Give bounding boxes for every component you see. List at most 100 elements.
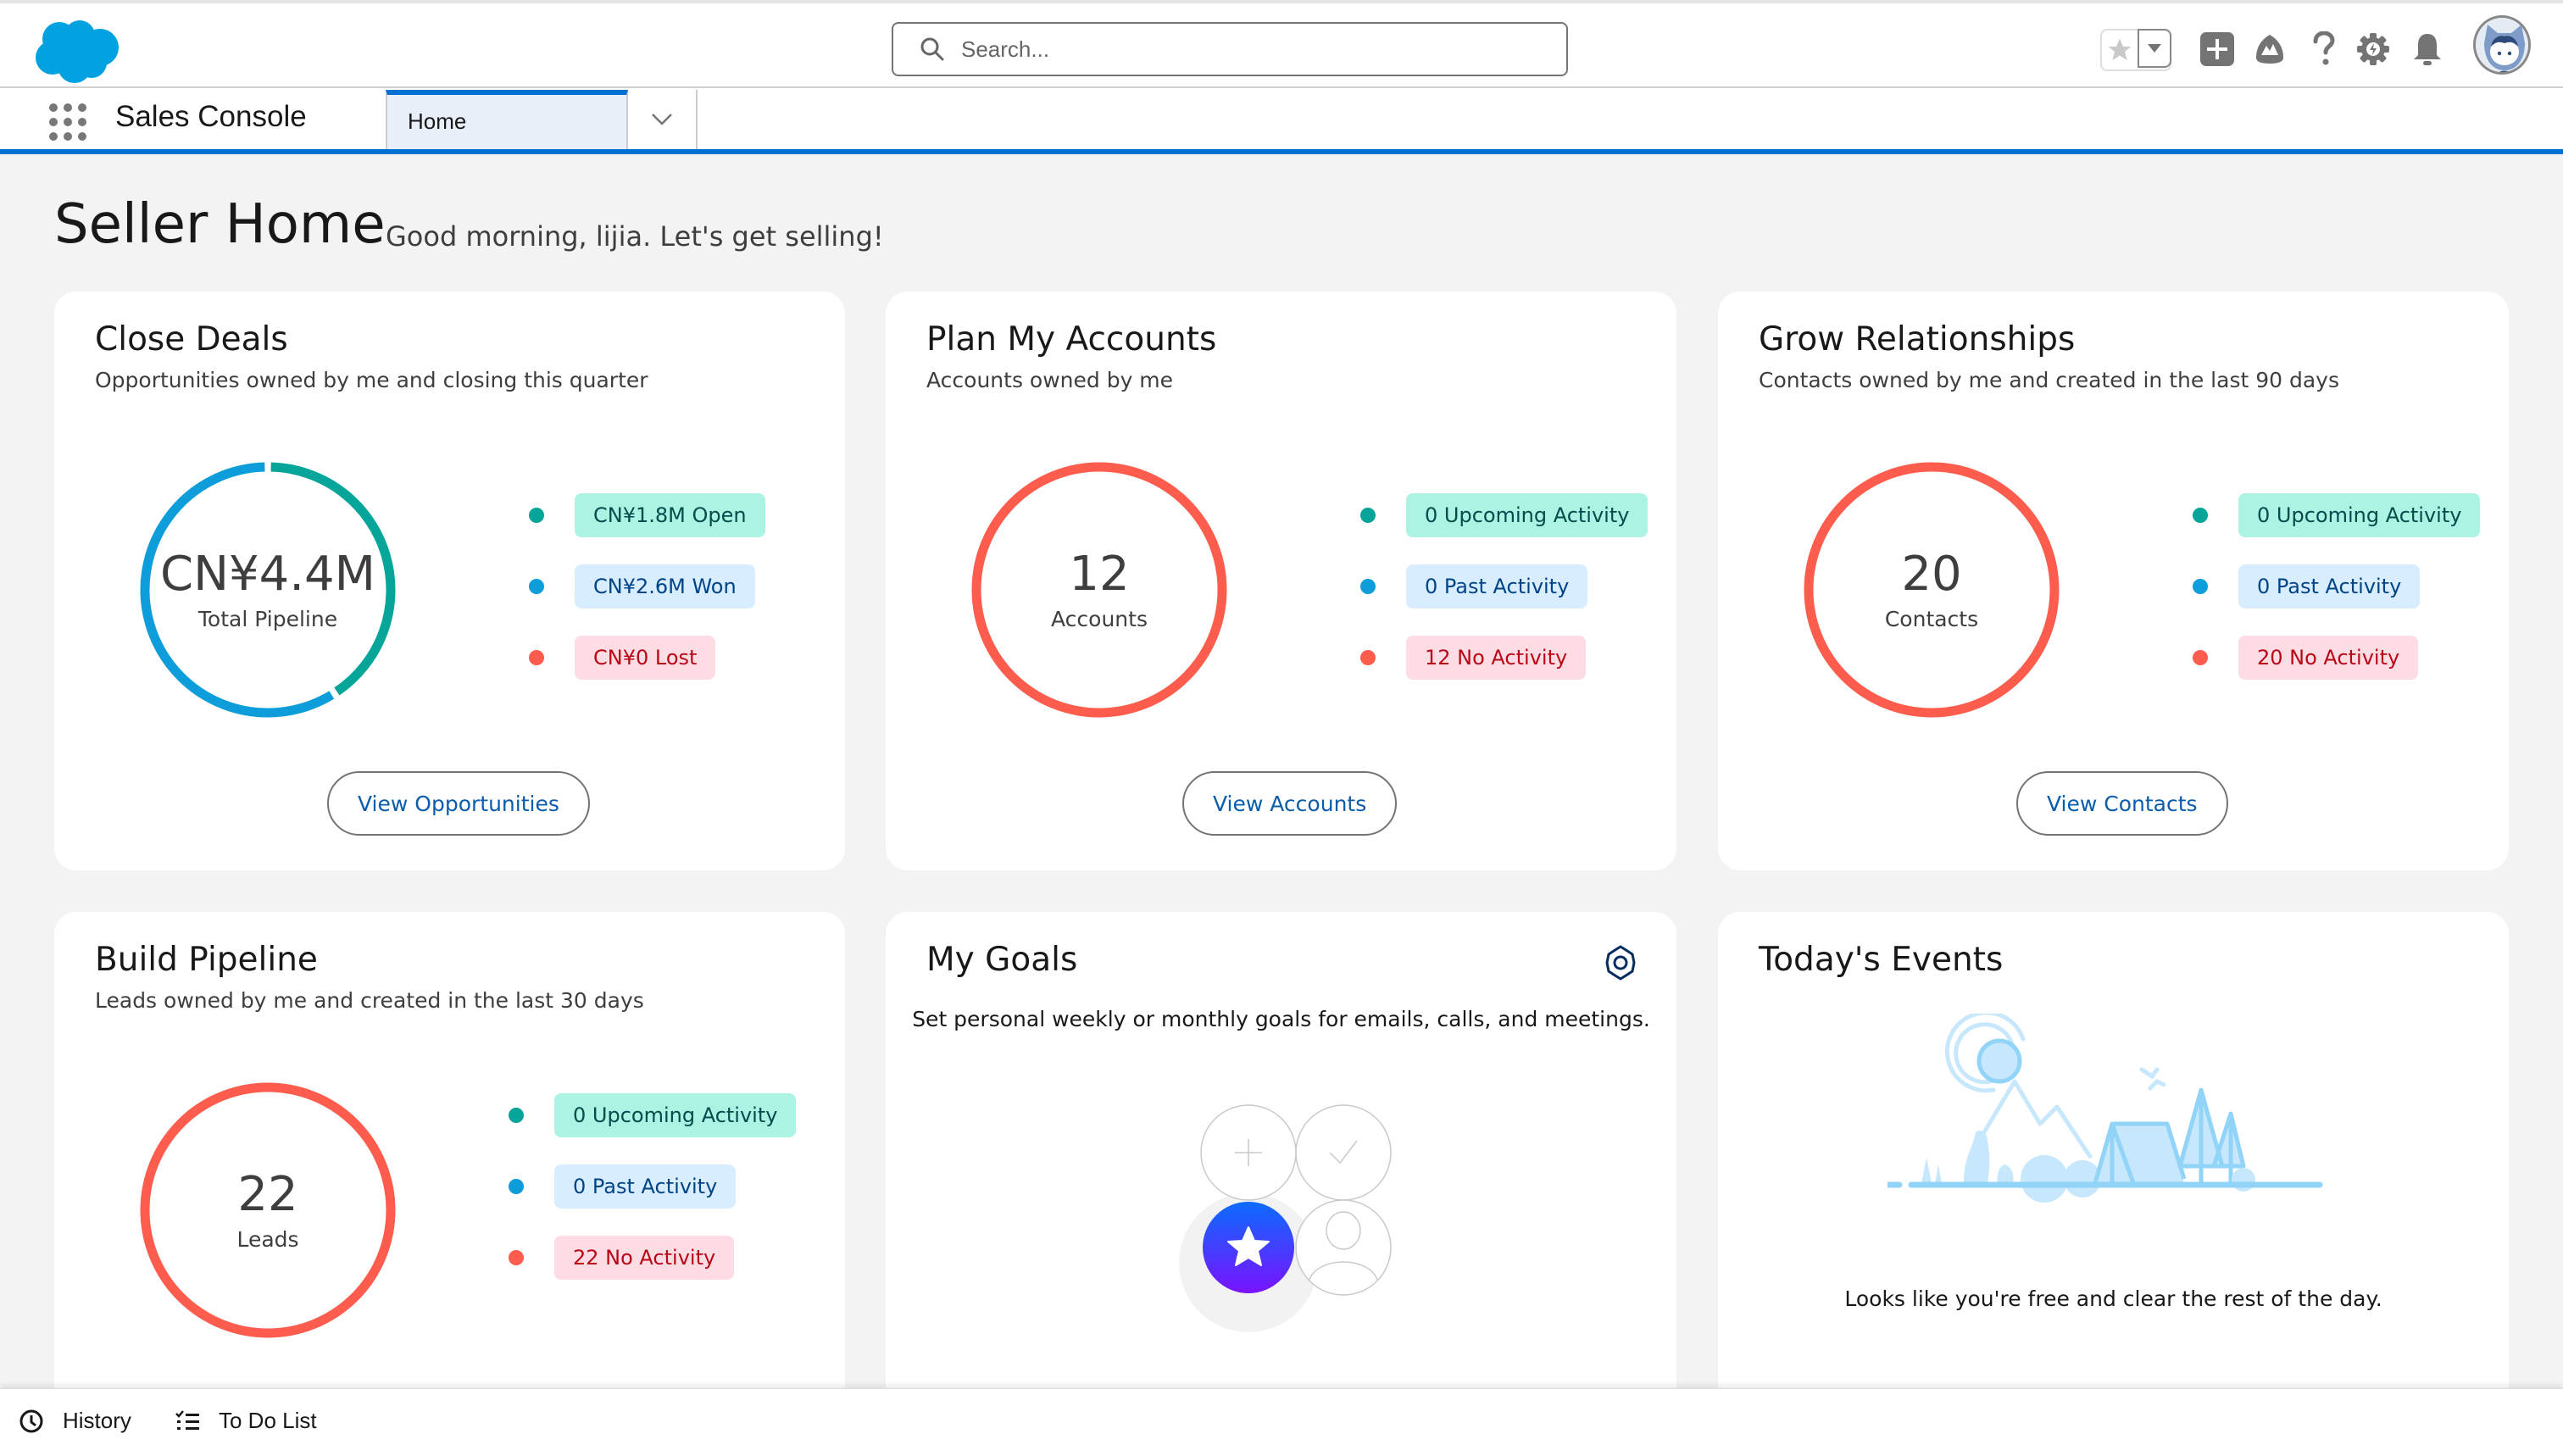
legend-badge-no-activity[interactable]: 12 No Activity: [1406, 636, 1587, 680]
card-subtitle: Accounts owned by me: [926, 368, 1174, 392]
accounts-legend: 0 Upcoming Activity 0 Past Activity 12 N…: [1360, 492, 1648, 705]
legend-item-past: 0 Past Activity: [1360, 563, 1648, 610]
total-pipeline-value: CN¥4.4M: [160, 546, 375, 602]
checklist-icon: [175, 1409, 199, 1430]
contacts-count: 20: [1901, 546, 1962, 602]
goals-illustration: [1179, 1104, 1392, 1332]
donut-center: CN¥4.4M Total Pipeline: [136, 458, 400, 722]
leads-legend: 0 Upcoming Activity 0 Past Activity 22 N…: [509, 1092, 797, 1305]
leads-count: 22: [237, 1166, 298, 1222]
legend-badge-upcoming[interactable]: 0 Upcoming Activity: [2238, 493, 2481, 537]
legend-badge-open[interactable]: CN¥1.8M Open: [575, 493, 765, 537]
card-title: Grow Relationships: [1759, 320, 2076, 358]
tab-home[interactable]: Home: [386, 90, 628, 149]
legend-item-upcoming: 0 Upcoming Activity: [509, 1092, 797, 1139]
salesforce-cloud-logo[interactable]: [25, 14, 127, 85]
notifications-bell-icon[interactable]: [2407, 29, 2448, 69]
view-contacts-button[interactable]: View Contacts: [2016, 771, 2228, 836]
help-icon[interactable]: [2304, 29, 2344, 69]
tab-home-label: Home: [408, 108, 467, 134]
view-opportunities-button[interactable]: View Opportunities: [327, 771, 590, 836]
legend-dot-blue: [529, 579, 544, 594]
legend-dot-teal: [2193, 508, 2208, 523]
legend-item-lost: CN¥0 Lost: [529, 634, 765, 681]
leads-label: Leads: [236, 1227, 299, 1253]
global-header: Search...: [0, 0, 2563, 88]
global-actions-plus-icon[interactable]: [2197, 29, 2238, 69]
legend-badge-past[interactable]: 0 Past Activity: [2238, 564, 2421, 609]
legend-dot-teal: [509, 1108, 524, 1123]
accounts-label: Accounts: [1051, 607, 1148, 632]
navigation-menu-chevron-down-icon[interactable]: [628, 90, 698, 149]
goals-description: Set personal weekly or monthly goals for…: [912, 1007, 1650, 1031]
legend-dot-teal: [1360, 508, 1376, 523]
ring-center: 20 Contacts: [1799, 458, 2064, 722]
favorites-star-icon[interactable]: [2102, 31, 2138, 69]
legend-item-no-activity: 22 No Activity: [509, 1234, 796, 1281]
legend-dot-red: [2193, 650, 2208, 665]
search-placeholder: Search...: [961, 36, 1050, 62]
trailhead-icon[interactable]: [2249, 29, 2290, 69]
legend-badge-upcoming[interactable]: 0 Upcoming Activity: [554, 1093, 797, 1137]
legend-badge-upcoming[interactable]: 0 Upcoming Activity: [1406, 493, 1648, 537]
app-name: Sales Console: [115, 100, 307, 133]
person-goal-circle: [1295, 1199, 1392, 1296]
my-goals-card: My Goals Set personal weekly or monthly …: [886, 912, 1676, 1420]
events-empty-text: Looks like you're free and clear the res…: [1844, 1287, 2382, 1311]
greeting-text: Good morning, lijia. Let's get selling!: [386, 220, 884, 253]
view-accounts-button[interactable]: View Accounts: [1182, 771, 1398, 836]
legend-item-past: 0 Past Activity: [2193, 563, 2480, 610]
user-avatar[interactable]: [2473, 15, 2531, 75]
contacts-legend: 0 Upcoming Activity 0 Past Activity 20 N…: [2193, 492, 2481, 705]
legend-item-no-activity: 20 No Activity: [2193, 634, 2480, 681]
legend-item-upcoming: 0 Upcoming Activity: [2193, 492, 2481, 539]
card-subtitle: Opportunities owned by me and closing th…: [95, 368, 648, 392]
legend-badge-no-activity[interactable]: 22 No Activity: [554, 1236, 735, 1280]
legend-dot-red: [529, 650, 544, 665]
global-search-input[interactable]: Search...: [892, 22, 1568, 76]
legend-badge-won[interactable]: CN¥2.6M Won: [575, 564, 755, 609]
goals-settings-gear-icon[interactable]: [1602, 944, 1639, 981]
card-subtitle: Leads owned by me and created in the las…: [95, 988, 644, 1013]
card-title: Plan My Accounts: [926, 320, 1217, 358]
grow-relationships-card: Grow Relationships Contacts owned by me …: [1718, 292, 2509, 870]
utility-todo-label: To Do List: [219, 1408, 317, 1433]
ring-center: 12 Accounts: [967, 458, 1231, 722]
legend-badge-lost[interactable]: CN¥0 Lost: [575, 636, 716, 680]
legend-dot-red: [509, 1250, 524, 1265]
ring-center: 22 Leads: [136, 1078, 400, 1342]
plan-my-accounts-card: Plan My Accounts Accounts owned by me 12…: [886, 292, 1676, 870]
card-title: Build Pipeline: [95, 941, 318, 979]
total-pipeline-label: Total Pipeline: [197, 607, 338, 632]
clock-icon: [19, 1409, 43, 1432]
check-goal-circle: [1295, 1104, 1392, 1201]
build-pipeline-card: Build Pipeline Leads owned by me and cre…: [54, 912, 845, 1420]
card-subtitle: Contacts owned by me and created in the …: [1759, 368, 2339, 392]
legend-badge-past[interactable]: 0 Past Activity: [554, 1164, 737, 1209]
contacts-label: Contacts: [1884, 607, 1979, 632]
legend-item-upcoming: 0 Upcoming Activity: [1360, 492, 1648, 539]
page-title: Seller Home: [54, 193, 386, 256]
app-launcher-icon[interactable]: [49, 103, 86, 141]
legend-dot-blue: [1360, 579, 1376, 594]
search-icon: [920, 37, 944, 61]
legend-item-won: CN¥2.6M Won: [529, 563, 765, 610]
legend-dot-teal: [529, 508, 544, 523]
legend-badge-no-activity[interactable]: 20 No Activity: [2238, 636, 2419, 680]
legend-item-open: CN¥1.8M Open: [529, 492, 765, 539]
pipeline-legend: CN¥1.8M Open CN¥2.6M Won CN¥0 Lost: [529, 492, 765, 705]
legend-dot-blue: [2193, 579, 2208, 594]
legend-badge-past[interactable]: 0 Past Activity: [1406, 564, 1588, 609]
favorites-group: [2100, 29, 2171, 71]
utility-todo-list[interactable]: To Do List: [175, 1408, 317, 1434]
utility-bar: History To Do List: [0, 1388, 2563, 1456]
utility-history[interactable]: History: [19, 1408, 131, 1434]
utility-history-label: History: [63, 1408, 131, 1433]
legend-dot-blue: [509, 1179, 524, 1194]
card-title: My Goals: [926, 941, 1078, 979]
card-title: Today's Events: [1759, 941, 2004, 979]
favorites-dropdown-icon[interactable]: [2138, 29, 2171, 68]
app-navigation-bar: Sales Console Home: [0, 88, 2563, 154]
setup-gear-icon[interactable]: [2353, 29, 2393, 69]
accounts-count: 12: [1069, 546, 1130, 602]
